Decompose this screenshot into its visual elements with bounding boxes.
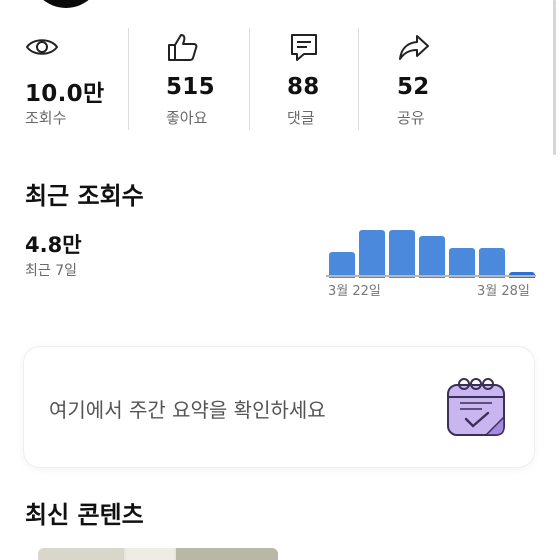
views-label: 조회수 xyxy=(25,109,67,127)
latest-content-thumbnail[interactable] xyxy=(38,548,278,560)
stats-row: 10.0만 조회수 515 좋아요 88 댓글 52 공유 xyxy=(0,28,560,132)
comment-icon xyxy=(291,34,317,61)
comments-label: 댓글 xyxy=(287,109,315,127)
calendar-check-icon xyxy=(447,378,505,436)
chart-bar[interactable] xyxy=(479,248,505,278)
recent-views-title: 최근 조회수 xyxy=(25,182,144,210)
divider xyxy=(128,28,129,130)
recent-views-chart[interactable] xyxy=(320,218,540,278)
weekly-summary-message: 여기에서 주간 요약을 확인하세요 xyxy=(49,398,326,422)
thumbs-up-icon xyxy=(168,34,198,61)
likes-count: 515 xyxy=(166,74,215,100)
views-count: 10.0만 xyxy=(25,81,105,107)
recent-views-total: 4.8만 xyxy=(25,233,82,257)
comments-count: 88 xyxy=(287,74,320,100)
profile-avatar[interactable] xyxy=(30,0,102,8)
chart-axis xyxy=(326,275,536,277)
weekly-summary-card[interactable]: 여기에서 주간 요약을 확인하세요 xyxy=(24,347,534,467)
chart-bar[interactable] xyxy=(449,248,475,278)
share-icon xyxy=(399,35,429,60)
recent-views-period: 최근 7일 xyxy=(25,263,77,279)
chart-bar[interactable] xyxy=(419,236,445,278)
likes-label: 좋아요 xyxy=(166,109,208,127)
shares-count: 52 xyxy=(397,74,430,100)
divider xyxy=(249,28,250,130)
eye-icon xyxy=(25,39,59,55)
shares-label: 공유 xyxy=(397,109,425,127)
divider xyxy=(358,28,359,130)
chart-bar[interactable] xyxy=(389,230,415,278)
chart-end-label: 3월 28일 xyxy=(477,284,530,299)
chart-bar[interactable] xyxy=(359,230,385,278)
latest-content-title: 최신 콘텐츠 xyxy=(25,501,144,529)
chart-start-label: 3월 22일 xyxy=(328,284,381,299)
